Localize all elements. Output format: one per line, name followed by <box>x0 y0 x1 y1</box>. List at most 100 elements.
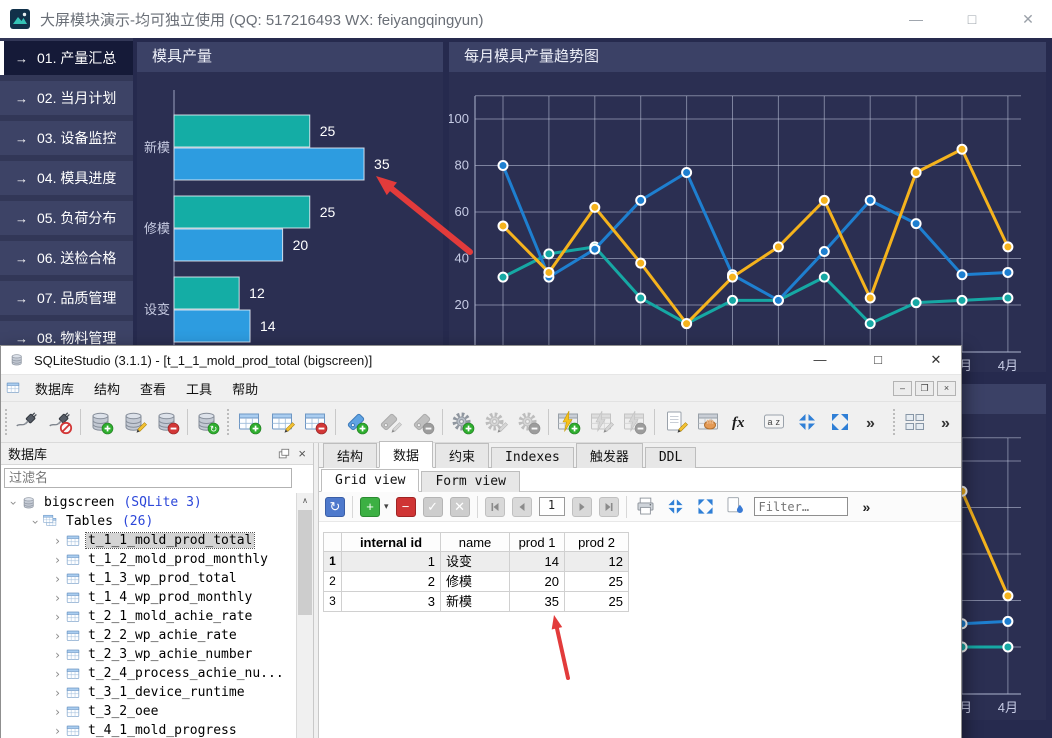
tree-item-t_2_2_wp_achie_rate[interactable]: ›t_2_2_wp_achie_rate <box>1 626 295 645</box>
tree-item-t_1_3_wp_prod_total[interactable]: ›t_1_3_wp_prod_total <box>1 569 295 588</box>
sidebar-item-4[interactable]: →04. 模具进度 <box>0 161 133 195</box>
tab-数据[interactable]: 数据 <box>379 441 433 468</box>
tree-filter-input[interactable] <box>4 468 292 488</box>
toolbar-handle[interactable] <box>893 409 895 435</box>
sidebar-item-6[interactable]: →06. 送检合格 <box>0 241 133 275</box>
grid-cell[interactable]: 设变 <box>441 552 510 572</box>
add-trigger-icon[interactable] <box>449 409 475 436</box>
set-null-icon[interactable] <box>724 495 747 518</box>
add-row-button[interactable]: + <box>360 497 380 517</box>
menu-2[interactable]: 结构 <box>84 375 130 402</box>
print-icon[interactable] <box>634 495 657 518</box>
grid-cell[interactable]: 12 <box>565 552 629 572</box>
tree-item-t_2_3_wp_achie_number[interactable]: ›t_2_3_wp_achie_number <box>1 645 295 664</box>
remove-index-icon[interactable] <box>409 409 435 436</box>
add-index-icon[interactable] <box>343 409 369 436</box>
tree-item-bigscreen[interactable]: ›bigscreen(SQLite 3) <box>1 493 295 512</box>
restore-windows-icon[interactable] <box>827 409 853 436</box>
connect-icon[interactable] <box>14 409 40 436</box>
edit-database-icon[interactable] <box>121 409 147 436</box>
expand-icon[interactable]: › <box>51 667 64 681</box>
sqlite-minimize-button[interactable]: — <box>813 352 827 368</box>
expand-icon[interactable]: › <box>51 629 64 643</box>
delete-row-button[interactable]: − <box>396 497 416 517</box>
dashboard-titlebar[interactable]: 大屏模块演示-均可独立使用 (QQ: 517216493 WX: feiyang… <box>0 0 1052 38</box>
tab-结构[interactable]: 结构 <box>323 443 377 468</box>
menu-1[interactable]: 数据库 <box>25 375 84 402</box>
toolbar-handle[interactable] <box>5 409 7 435</box>
column-header-name[interactable]: name <box>441 532 510 552</box>
expand-icon[interactable]: › <box>51 553 64 567</box>
dashboard-maximize-button[interactable]: □ <box>964 11 980 28</box>
mdi-close-button[interactable]: × <box>937 381 956 396</box>
collapse-icon[interactable]: › <box>7 496 21 509</box>
grid-cell[interactable]: 14 <box>510 552 565 572</box>
sidebar-item-5[interactable]: →05. 负荷分布 <box>0 201 133 235</box>
tab-约束[interactable]: 约束 <box>435 443 489 468</box>
next-page-button[interactable] <box>572 497 592 517</box>
commit-changes-button[interactable]: ✓ <box>423 497 443 517</box>
grid-cell[interactable]: 3 <box>342 592 441 612</box>
tree-item-t_4_1_mold_progress[interactable]: ›t_4_1_mold_progress <box>1 721 295 738</box>
disconnect-icon[interactable] <box>47 409 73 436</box>
last-page-button[interactable] <box>599 497 619 517</box>
column-header-prod-1[interactable]: prod 1 <box>510 532 565 552</box>
tab-grid-view[interactable]: Grid view <box>321 469 419 492</box>
mdi-restore-button[interactable]: ❐ <box>915 381 934 396</box>
tree-item-t_1_1_mold_prod_total[interactable]: ›t_1_1_mold_prod_total <box>1 531 295 550</box>
dock-close-icon[interactable]: × <box>298 446 306 461</box>
tree-item-t_3_1_device_runtime[interactable]: ›t_3_1_device_runtime <box>1 683 295 702</box>
expand-icon[interactable]: › <box>51 610 64 624</box>
menu-5[interactable]: 帮助 <box>222 375 268 402</box>
sidebar-item-7[interactable]: →07. 品质管理 <box>0 281 133 315</box>
first-page-button[interactable] <box>485 497 505 517</box>
toolbar-handle[interactable] <box>227 409 229 435</box>
expand-icon[interactable]: › <box>51 648 64 662</box>
tree-scroll-thumb[interactable] <box>298 510 312 615</box>
tree-item-t_2_4_process_achie_nu[interactable]: ›t_2_4_process_achie_nu... <box>1 664 295 683</box>
expand-icon[interactable]: › <box>51 591 64 605</box>
row-header[interactable]: 2 <box>323 572 342 592</box>
remove-database-icon[interactable] <box>154 409 180 436</box>
grid-cell[interactable]: 20 <box>510 572 565 592</box>
add-database-icon[interactable] <box>88 409 114 436</box>
dashboard-close-button[interactable]: ✕ <box>1020 11 1036 28</box>
tree-item-t_2_1_mold_achie_rate[interactable]: ›t_2_1_mold_achie_rate <box>1 607 295 626</box>
grid-cell[interactable]: 25 <box>565 592 629 612</box>
grid-cell[interactable]: 2 <box>342 572 441 592</box>
mdi-minimize-button[interactable]: – <box>893 381 912 396</box>
collations-editor-icon[interactable]: az <box>761 409 787 436</box>
open-sql-editor-icon[interactable] <box>662 409 688 436</box>
grid-toolbar-overflow-icon[interactable]: » <box>863 499 871 515</box>
menu-3[interactable]: 查看 <box>130 375 176 402</box>
edit-index-icon[interactable] <box>376 409 402 436</box>
grid-filter-input[interactable] <box>754 497 848 516</box>
tree-scroll-up-icon[interactable]: ∧ <box>297 493 313 509</box>
functions-editor-icon[interactable]: fx <box>728 409 754 436</box>
grid-cell[interactable]: 修模 <box>441 572 510 592</box>
tab-Indexes[interactable]: Indexes <box>491 447 574 468</box>
tree-item-t_1_4_wp_prod_monthly[interactable]: ›t_1_4_wp_prod_monthly <box>1 588 295 607</box>
tab-触发器[interactable]: 触发器 <box>576 443 643 468</box>
column-header-internal-id[interactable]: internal id <box>342 532 441 552</box>
window-layout-icon[interactable] <box>902 409 928 436</box>
row-header[interactable]: 1 <box>323 552 342 572</box>
sqlite-close-button[interactable]: ✕ <box>929 352 943 368</box>
edit-view-icon[interactable] <box>588 409 614 436</box>
tree-scrollbar[interactable]: ∧ <box>296 493 313 738</box>
toolbar-overflow-icon[interactable]: » <box>860 409 886 436</box>
remove-trigger-icon[interactable] <box>515 409 541 436</box>
expand-icon[interactable]: › <box>51 705 64 719</box>
grid-cell[interactable]: 35 <box>510 592 565 612</box>
sidebar-item-1[interactable]: →01. 产量汇总 <box>0 41 133 75</box>
prev-page-button[interactable] <box>512 497 532 517</box>
expand-columns-icon[interactable] <box>694 495 717 518</box>
tab-DDL[interactable]: DDL <box>645 447 696 468</box>
row-header[interactable]: 3 <box>323 592 342 612</box>
remove-view-icon[interactable] <box>621 409 647 436</box>
collapse-icon[interactable]: › <box>29 515 43 528</box>
expand-icon[interactable]: › <box>51 572 64 586</box>
dock-float-icon[interactable] <box>278 448 290 460</box>
grid-cell[interactable]: 25 <box>565 572 629 592</box>
expand-icon[interactable]: › <box>51 724 64 738</box>
